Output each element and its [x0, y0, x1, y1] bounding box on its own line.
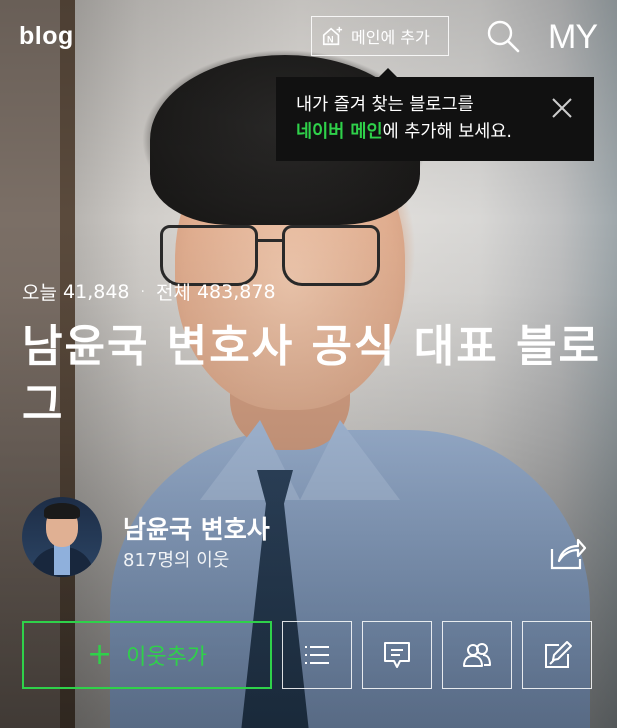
close-icon[interactable] — [551, 97, 573, 119]
today-count: 41,848 — [63, 280, 130, 303]
write-post-button[interactable] — [522, 621, 592, 689]
blogger-name[interactable]: 남윤국 변호사 — [123, 510, 270, 546]
tooltip-line-2: 네이버 메인에 추가해 보세요. — [296, 119, 574, 146]
total-label: 전체 — [155, 282, 191, 304]
blog-logo[interactable]: blog — [19, 22, 74, 51]
add-neighbor-label: 이웃추가 — [126, 645, 208, 670]
blog-cover: blog N 메인에 추가 MY 내가 즐겨 찾는 블로그를 네이버 메인에 추… — [0, 0, 617, 728]
naver-home-plus-icon: N — [322, 26, 343, 46]
add-to-main-button[interactable]: N 메인에 추가 — [311, 16, 449, 56]
search-icon[interactable] — [485, 18, 521, 54]
list-icon — [305, 646, 329, 664]
neighbor-count[interactable]: 817명의 이웃 — [123, 546, 229, 572]
people-icon — [463, 643, 491, 667]
add-to-main-label: 메인에 추가 — [351, 28, 430, 47]
avatar[interactable] — [22, 497, 102, 577]
guestbook-button[interactable] — [362, 621, 432, 689]
blog-title: 남윤국 변호사 공식 대표 블로그 — [22, 321, 602, 430]
category-list-button[interactable] — [282, 621, 352, 689]
write-icon — [545, 641, 572, 668]
add-to-main-tooltip: 내가 즐겨 찾는 블로그를 네이버 메인에 추가해 보세요. — [276, 68, 594, 161]
visitor-stats: 오늘 41,848 · 전체 483,878 — [22, 278, 276, 305]
tooltip-line-2-rest: 에 추가해 보세요. — [382, 122, 512, 142]
chat-bubble-icon — [384, 642, 410, 668]
svg-text:N: N — [327, 34, 334, 44]
my-menu-button[interactable]: MY — [548, 18, 598, 57]
add-neighbor-button[interactable]: + 이웃추가 — [22, 621, 272, 689]
tooltip-highlight: 네이버 메인 — [296, 122, 383, 142]
share-icon[interactable] — [547, 535, 587, 571]
neighbors-button[interactable] — [442, 621, 512, 689]
tooltip-line-1: 내가 즐겨 찾는 블로그를 — [296, 95, 474, 115]
stats-separator: · — [140, 283, 145, 300]
total-count: 483,878 — [196, 280, 276, 303]
plus-icon: + — [86, 637, 113, 672]
today-label: 오늘 — [22, 282, 57, 304]
